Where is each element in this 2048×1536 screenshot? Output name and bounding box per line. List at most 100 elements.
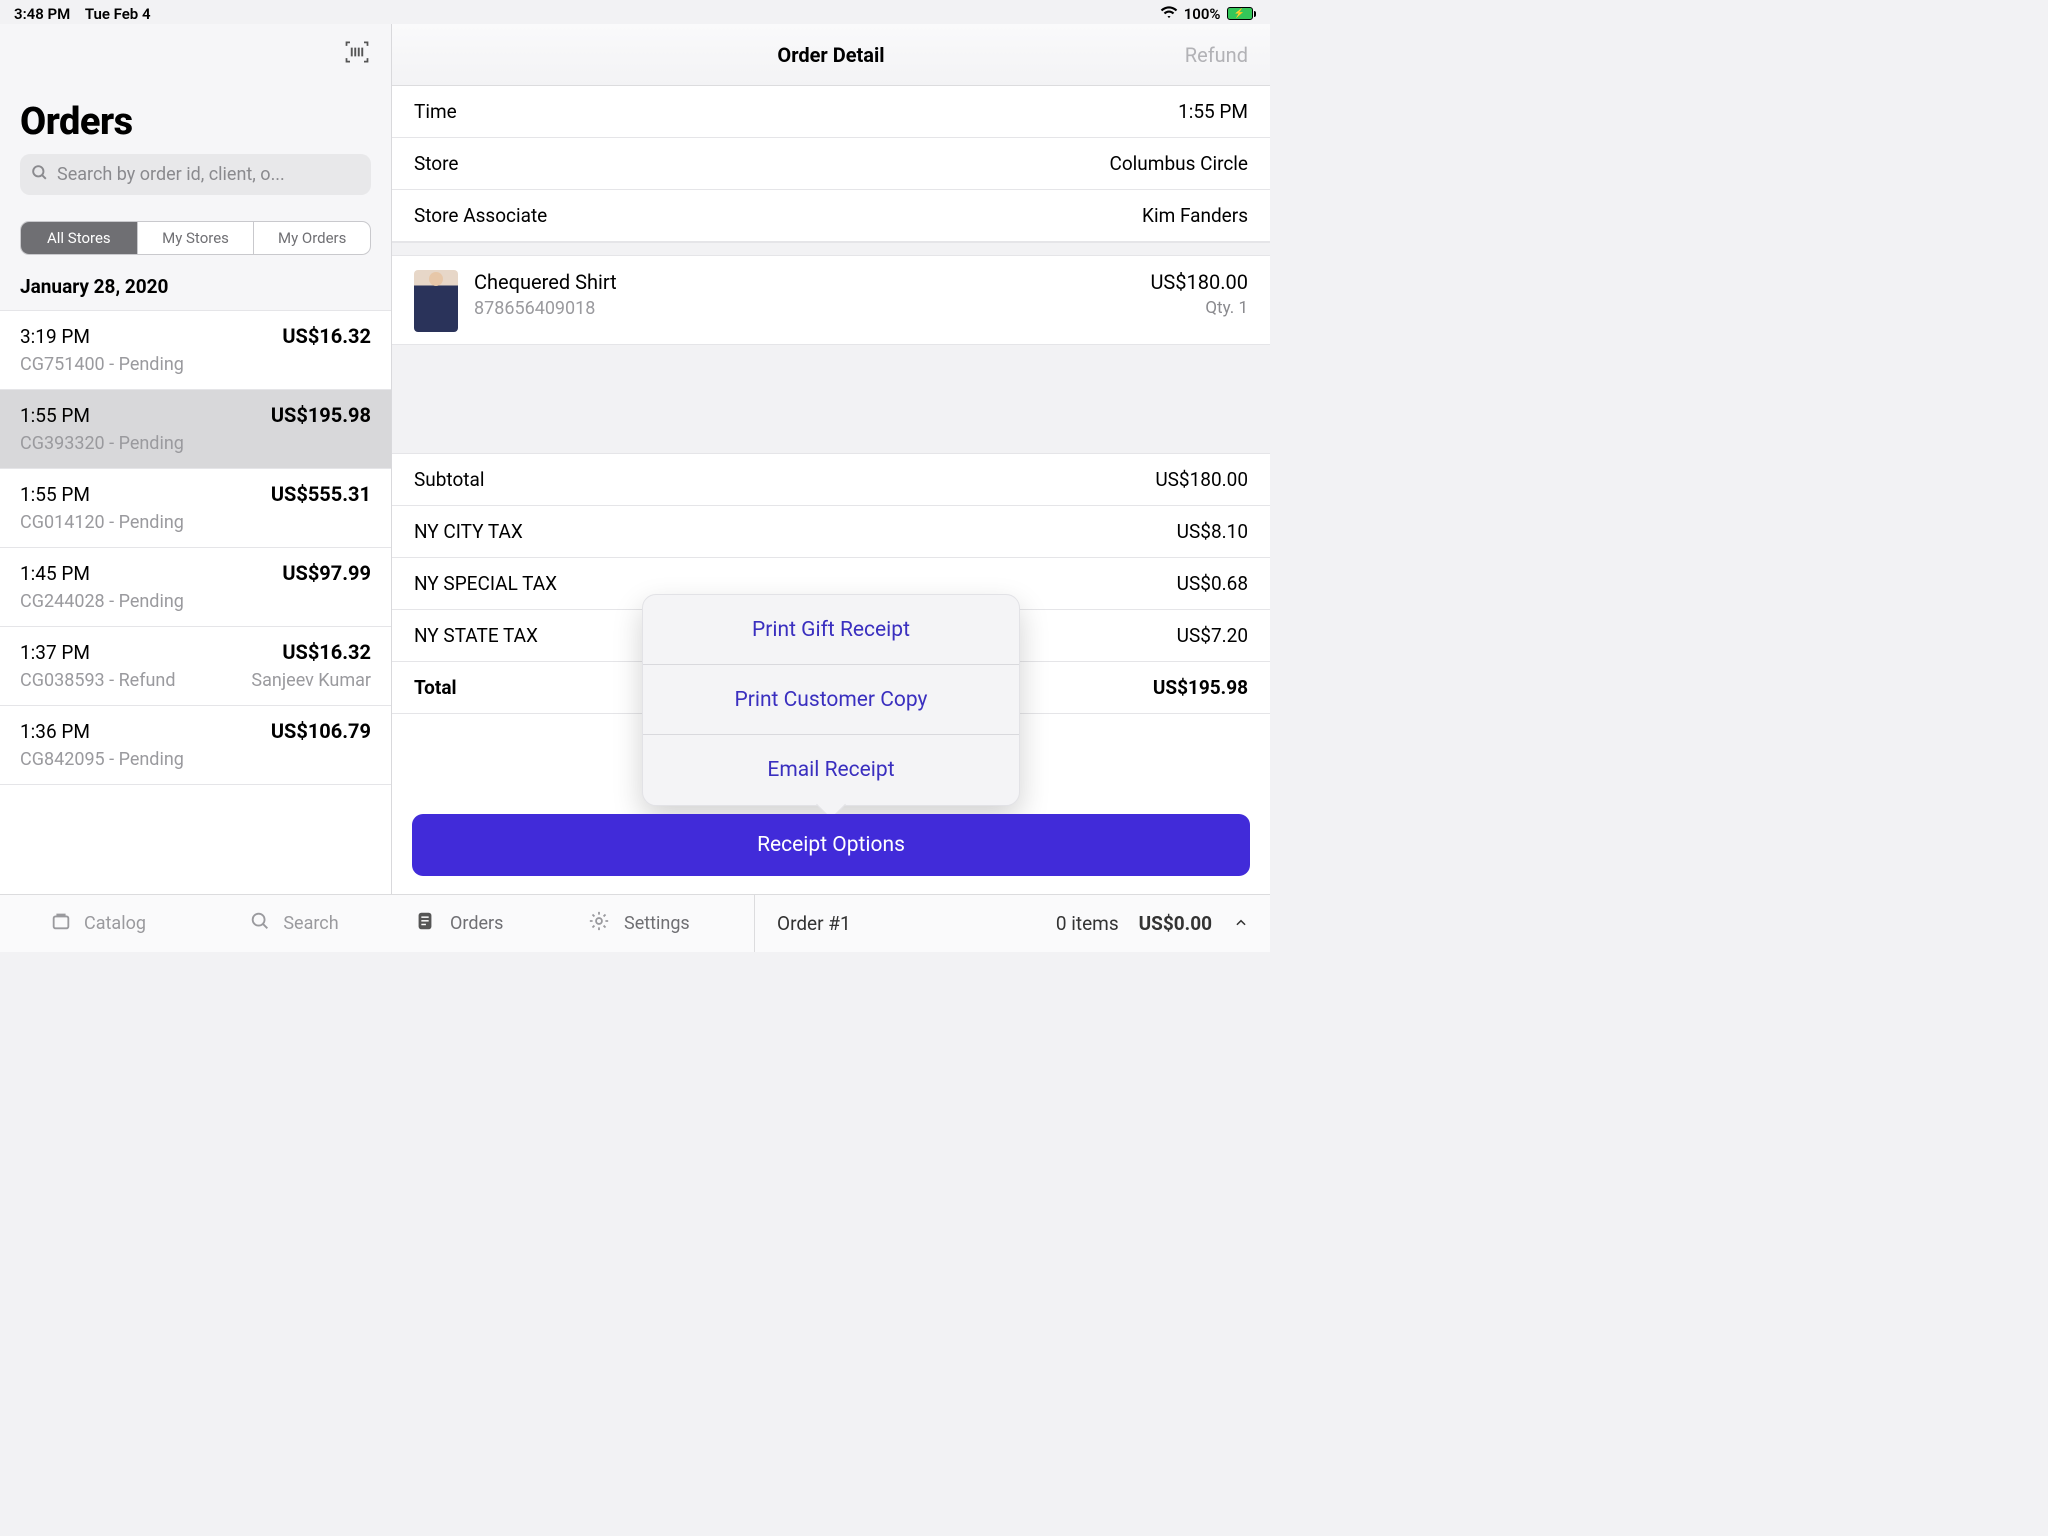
subtotal-row: Subtotal US$180.00: [392, 454, 1270, 506]
product-qty: Qty. 1: [1150, 298, 1248, 318]
product-thumbnail: [414, 270, 458, 332]
order-meta: CG038593 - Refund: [20, 670, 176, 691]
order-time: 1:45 PM: [20, 562, 90, 585]
order-amount: US$195.98: [271, 403, 371, 427]
order-amount: US$97.99: [282, 561, 371, 585]
value: US$180.00: [1155, 468, 1248, 491]
order-time: 1:55 PM: [20, 404, 90, 427]
label: NY STATE TAX: [414, 624, 538, 647]
battery-percent: 100%: [1184, 5, 1221, 23]
tab-search[interactable]: Search: [196, 895, 392, 952]
seg-my-orders[interactable]: My Orders: [254, 222, 370, 254]
section-gap: [392, 344, 1270, 454]
order-meta: CG014120 - Pending: [20, 512, 184, 533]
order-meta: CG244028 - Pending: [20, 591, 184, 612]
order-list-item[interactable]: 1:55 PM US$555.31 CG014120 - Pending: [0, 469, 391, 548]
catalog-icon: [50, 910, 72, 937]
status-time: 3:48 PM: [14, 5, 70, 23]
cart-items-count: 0 items: [1056, 912, 1119, 935]
tab-settings[interactable]: Settings: [566, 895, 754, 952]
value: US$195.98: [1153, 676, 1248, 699]
detail-associate-row: Store Associate Kim Fanders: [392, 190, 1270, 242]
search-input[interactable]: [57, 164, 361, 185]
product-price: US$180.00: [1150, 270, 1248, 294]
page-title: Orders: [0, 100, 391, 144]
label: NY SPECIAL TAX: [414, 572, 557, 595]
label: Store: [414, 152, 459, 175]
value: Columbus Circle: [1109, 152, 1248, 175]
order-amount: US$106.79: [271, 719, 371, 743]
tab-label: Catalog: [84, 913, 146, 934]
store-filter-segment: All Stores My Stores My Orders: [20, 221, 371, 255]
value: US$8.10: [1177, 520, 1248, 543]
order-time: 1:55 PM: [20, 483, 90, 506]
tab-label: Orders: [450, 913, 503, 934]
tab-catalog[interactable]: Catalog: [0, 895, 196, 952]
receipt-options-button[interactable]: Receipt Options: [412, 814, 1250, 876]
gear-icon: [588, 910, 610, 937]
order-list-item[interactable]: 3:19 PM US$16.32 CG751400 - Pending: [0, 311, 391, 390]
seg-all-stores[interactable]: All Stores: [21, 222, 138, 254]
orders-pane: Orders All Stores My Stores My Orders Ja…: [0, 24, 392, 952]
tab-orders[interactable]: Orders: [392, 895, 566, 952]
detail-title: Order Detail: [777, 43, 884, 67]
receipt-options-popover: Print Gift Receipt Print Customer Copy E…: [642, 594, 1020, 806]
label: Subtotal: [414, 468, 484, 491]
product-sku: 878656409018: [474, 298, 1134, 319]
order-amount: US$16.32: [282, 640, 371, 664]
label: Total: [414, 676, 457, 699]
bottom-bar-left: Catalog Search: [0, 894, 392, 952]
value: 1:55 PM: [1178, 100, 1248, 123]
orders-date-header: January 28, 2020: [0, 265, 391, 310]
value: Kim Fanders: [1142, 204, 1248, 227]
order-client: Sanjeev Kumar: [251, 670, 371, 691]
current-order-label[interactable]: Order #1: [754, 895, 1034, 952]
order-time: 1:37 PM: [20, 641, 90, 664]
detail-store-row: Store Columbus Circle: [392, 138, 1270, 190]
receipt-icon: [414, 910, 436, 937]
battery-icon: ⚡: [1227, 7, 1257, 20]
refund-button[interactable]: Refund: [1185, 43, 1248, 67]
order-list-item[interactable]: 1:45 PM US$97.99 CG244028 - Pending: [0, 548, 391, 627]
print-gift-receipt-button[interactable]: Print Gift Receipt: [643, 595, 1019, 665]
chevron-up-icon: [1234, 912, 1248, 935]
order-time: 3:19 PM: [20, 325, 90, 348]
order-time: 1:36 PM: [20, 720, 90, 743]
status-bar: 3:48 PM Tue Feb 4 100% ⚡: [0, 0, 1270, 24]
label: Store Associate: [414, 204, 547, 227]
search-icon: [30, 163, 49, 186]
order-list-item[interactable]: 1:37 PM US$16.32 CG038593 - Refund Sanjeev…: [0, 627, 391, 706]
search-field[interactable]: [20, 154, 371, 195]
section-gap: [392, 242, 1270, 256]
seg-my-stores[interactable]: My Stores: [138, 222, 255, 254]
orders-list[interactable]: 3:19 PM US$16.32 CG751400 - Pending 1:55 …: [0, 310, 391, 952]
order-list-item[interactable]: 1:55 PM US$195.98 CG393320 - Pending: [0, 390, 391, 469]
detail-header: Order Detail Refund: [392, 24, 1270, 86]
detail-time-row: Time 1:55 PM: [392, 86, 1270, 138]
order-meta: CG842095 - Pending: [20, 749, 184, 770]
email-receipt-button[interactable]: Email Receipt: [643, 735, 1019, 805]
bottom-bar-right: Orders Settings Order #1 0 items US$0.00: [392, 894, 1270, 952]
wifi-icon: [1160, 5, 1178, 23]
order-number: Order #1: [777, 912, 851, 935]
value: US$0.68: [1177, 572, 1248, 595]
tab-label: Settings: [624, 913, 690, 934]
label: NY CITY TAX: [414, 520, 523, 543]
order-amount: US$16.32: [282, 324, 371, 348]
value: US$7.20: [1177, 624, 1248, 647]
cart-total-amount: US$0.00: [1139, 912, 1212, 935]
label: Time: [414, 100, 457, 123]
status-date: Tue Feb 4: [85, 5, 151, 23]
search-icon: [249, 910, 271, 937]
order-amount: US$555.31: [271, 482, 371, 506]
product-name: Chequered Shirt: [474, 270, 1134, 294]
order-meta: CG751400 - Pending: [20, 354, 184, 375]
cart-summary[interactable]: 0 items US$0.00: [1034, 895, 1270, 952]
tab-label: Search: [283, 913, 338, 934]
line-item[interactable]: Chequered Shirt 878656409018 US$180.00 Q…: [392, 256, 1270, 344]
barcode-scan-icon[interactable]: [343, 38, 371, 70]
order-list-item[interactable]: 1:36 PM US$106.79 CG842095 - Pending: [0, 706, 391, 785]
print-customer-copy-button[interactable]: Print Customer Copy: [643, 665, 1019, 735]
city-tax-row: NY CITY TAX US$8.10: [392, 506, 1270, 558]
order-meta: CG393320 - Pending: [20, 433, 184, 454]
